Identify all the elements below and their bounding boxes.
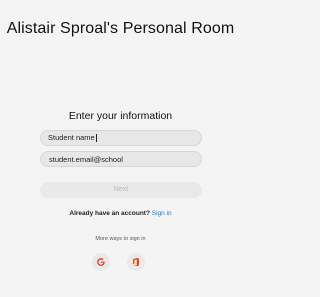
office-icon xyxy=(133,258,139,266)
next-button[interactable]: Next xyxy=(40,182,202,198)
email-field[interactable] xyxy=(40,151,202,167)
google-sign-in-button[interactable] xyxy=(92,253,110,271)
account-prompt: Already have an account? xyxy=(69,210,150,217)
sign-in-link[interactable]: Sign in xyxy=(152,210,172,217)
more-ways-label: More ways to sign in xyxy=(95,236,146,242)
name-field[interactable] xyxy=(40,130,202,146)
office-sign-in-button[interactable] xyxy=(127,253,145,271)
account-prompt-line: Already have an account? Sign in xyxy=(0,210,241,217)
form-heading: Enter your information xyxy=(68,110,173,122)
google-icon xyxy=(97,258,105,266)
page-title: Alistair Sproal's Personal Room xyxy=(6,20,235,37)
